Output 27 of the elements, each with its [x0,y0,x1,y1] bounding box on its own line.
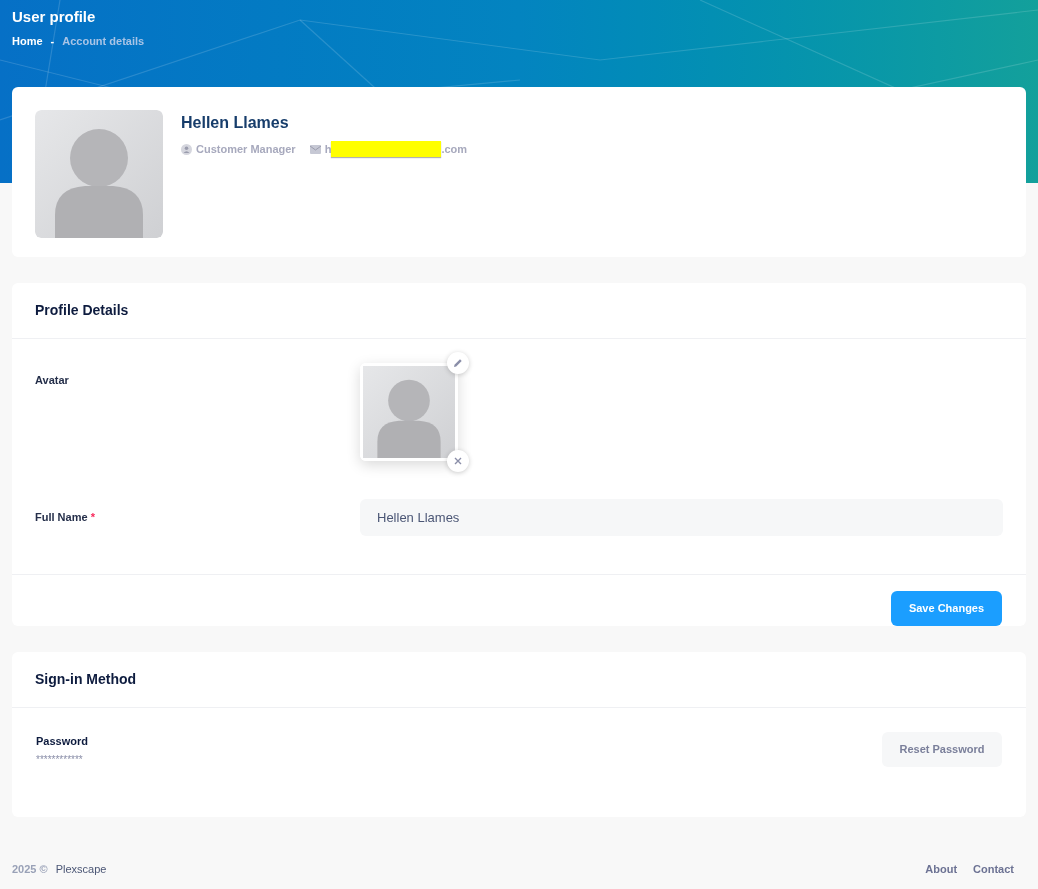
pencil-icon [453,357,463,368]
person-icon [181,143,192,155]
remove-avatar-button[interactable] [447,449,469,472]
copyright-text: 2025 © [12,862,48,877]
breadcrumb-item[interactable]: Home [12,33,43,50]
brand-link[interactable]: Plexscape [55,861,107,878]
save-changes-button[interactable]: Save Changes [891,591,1002,626]
role-text: Customer Manager [196,142,296,157]
reset-password-button[interactable]: Reset Password [882,732,1002,767]
full-name-field[interactable]: Hellen Llames [360,499,1003,537]
email-text: .com [441,142,468,157]
card-title: Sign-in Method [35,670,137,689]
field-label: Password [36,734,88,749]
envelope-icon [309,144,321,154]
email-text: h [324,142,332,157]
field-label: Avatar [35,372,70,388]
page-title: User profile [12,8,96,26]
card-title: Profile Details [35,300,129,320]
close-icon [454,456,462,465]
breadcrumb-item[interactable]: - [50,33,55,50]
field-label: Full Name * [35,510,96,526]
password-mask: ************ [36,752,83,767]
user-name: Hellen Llames [181,113,289,133]
footer-link[interactable]: About [925,861,958,878]
footer-link[interactable]: Contact [973,861,1014,878]
edit-avatar-button[interactable] [447,351,469,374]
breadcrumb-item[interactable]: Account details [62,33,145,50]
